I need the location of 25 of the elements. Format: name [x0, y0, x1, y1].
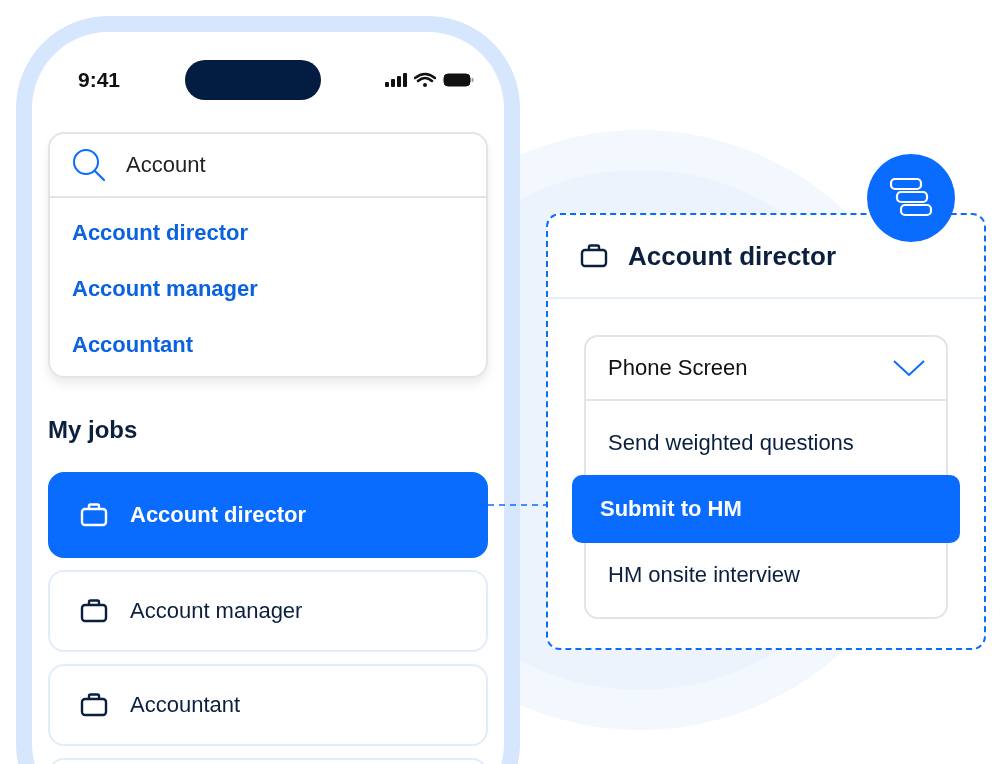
card-title: Account director	[628, 240, 837, 272]
job-item[interactable]: Account director	[48, 472, 488, 558]
signal-icon	[385, 72, 407, 88]
job-item[interactable]: Accountant	[48, 664, 488, 746]
suggestion-item[interactable]: Account manager	[72, 276, 258, 302]
wifi-icon	[414, 72, 436, 88]
chevron-down-icon	[892, 359, 926, 377]
briefcase-icon	[80, 503, 108, 527]
briefcase-icon	[80, 599, 108, 623]
battery-icon	[443, 72, 474, 88]
suggestion-item[interactable]: Accountant	[72, 332, 193, 358]
section-heading: My jobs	[48, 416, 139, 444]
dropdown-option[interactable]: Send weighted questions	[586, 411, 946, 475]
search-field[interactable]: Account	[50, 134, 486, 198]
job-item[interactable]: Account manager	[48, 570, 488, 652]
search-value: Account	[126, 152, 206, 178]
dropdown-option[interactable]: Submit to HM	[572, 475, 960, 543]
status-time: 9:41	[78, 68, 121, 92]
stacked-blocks-icon	[889, 177, 933, 219]
suggestion-item[interactable]: Account director	[72, 220, 249, 246]
briefcase-icon	[580, 244, 608, 268]
search-icon	[72, 148, 106, 182]
dropdown-field[interactable]: Phone Screen	[586, 337, 946, 401]
dropdown-option[interactable]: HM onsite interview	[586, 543, 946, 607]
briefcase-icon	[80, 693, 108, 717]
